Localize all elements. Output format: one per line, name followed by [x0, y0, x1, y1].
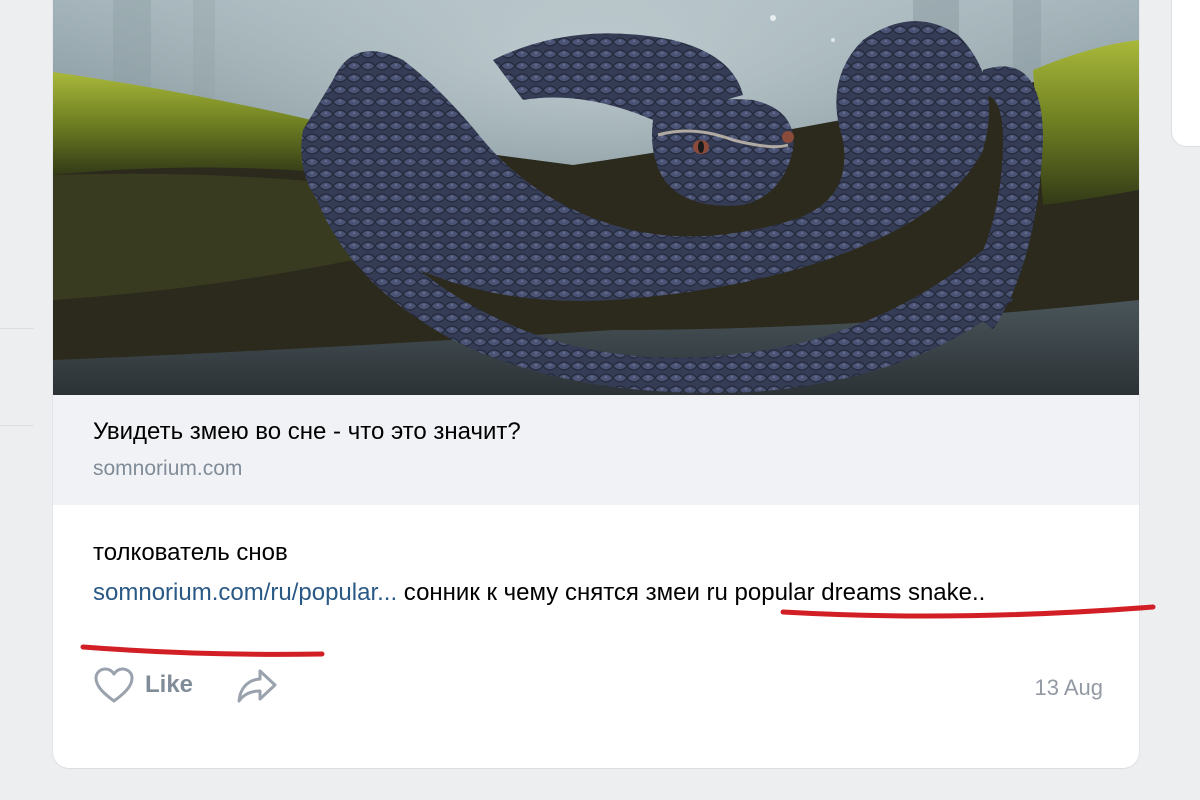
post-actions: Like 13 Aug: [93, 665, 1103, 709]
heart-icon: [94, 667, 134, 703]
attached-snake-photo[interactable]: [53, 0, 1139, 395]
link-snippet-domain: somnorium.com: [93, 457, 243, 480]
like-button[interactable]: Like: [93, 665, 193, 705]
right-sidebar-panel: [1172, 0, 1200, 146]
share-arrow-icon: [237, 669, 277, 703]
link-snippet-title[interactable]: Увидеть змею во сне - что это значит?: [93, 418, 521, 446]
post-description: сонник к чему снятся змеи ru popular dre…: [397, 579, 986, 606]
share-button[interactable]: [236, 667, 278, 710]
left-column-divider: [0, 425, 34, 426]
post-date[interactable]: 13 Aug: [1034, 675, 1103, 701]
post-text-line: толкователь снов: [93, 539, 288, 566]
link-snippet[interactable]: Увидеть змею во сне - что это значит? so…: [53, 395, 1139, 505]
like-label: Like: [145, 671, 194, 698]
left-column-divider: [0, 328, 34, 329]
post-link[interactable]: somnorium.com/ru/popular...: [93, 579, 397, 606]
post-text: толкователь снов somnorium.com/ru/popula…: [93, 533, 1103, 613]
post-card: Увидеть змею во сне - что это значит? so…: [53, 0, 1139, 768]
